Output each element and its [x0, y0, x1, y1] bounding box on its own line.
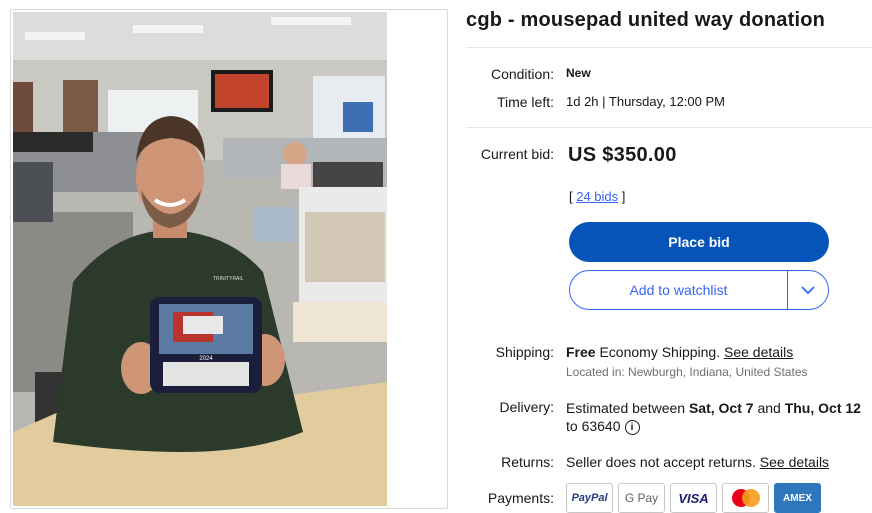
- returns-text: Seller does not accept returns.: [566, 454, 760, 470]
- delivery-value: Estimated between Sat, Oct 7 and Thu, Oc…: [566, 399, 866, 435]
- shipping-see-details-link[interactable]: See details: [724, 344, 793, 360]
- listing-photo[interactable]: 2024 TRINITYRAIL: [13, 12, 387, 506]
- time-left-value: 1d 2h | Thursday, 12:00 PM: [566, 94, 725, 109]
- shipping-value: Free Economy Shipping. See details: [566, 344, 793, 360]
- bid-bracket-close: ]: [618, 189, 626, 204]
- mousepad-year: 2024: [199, 356, 213, 362]
- paypal-icon: PayPal: [566, 483, 613, 513]
- delivery-label: Delivery:: [499, 399, 554, 415]
- shipping-label: Shipping:: [495, 344, 554, 360]
- payment-methods: PayPal G Pay VISA AMEX: [566, 483, 821, 513]
- shirt-logo: TRINITYRAIL: [213, 276, 244, 282]
- listing-title: cgb - mousepad united way donation: [466, 9, 826, 31]
- google-pay-icon: G Pay: [618, 483, 665, 513]
- mastercard-icon: [722, 483, 769, 513]
- shipping-method: Economy Shipping.: [595, 344, 724, 360]
- item-location: Located in: Newburgh, Indiana, United St…: [566, 365, 808, 379]
- amex-icon: AMEX: [774, 483, 821, 513]
- watchlist-group: Add to watchlist: [569, 270, 829, 310]
- delivery-date-end: Thu, Oct 12: [784, 400, 861, 416]
- visa-label: VISA: [678, 490, 709, 506]
- current-bid-label: Current bid:: [480, 146, 554, 162]
- shipping-free: Free: [566, 344, 596, 360]
- condition-value: New: [566, 66, 591, 80]
- divider: [466, 47, 872, 48]
- bids-link[interactable]: 24 bids: [576, 189, 618, 204]
- delivery-prefix: Estimated between: [566, 400, 689, 416]
- delivery-date-start: Sat, Oct 7: [688, 400, 754, 416]
- photo-illustration: 2024 TRINITYRAIL: [13, 12, 387, 506]
- returns-label: Returns:: [501, 454, 554, 470]
- paypal-label: PayPal: [571, 492, 608, 504]
- chevron-down-icon: [801, 285, 815, 294]
- mastercard-logo: [731, 489, 760, 507]
- watchlist-dropdown-button[interactable]: [788, 271, 828, 309]
- returns-see-details-link[interactable]: See details: [760, 454, 829, 470]
- delivery-zip: to 63640: [566, 418, 621, 434]
- current-bid-price: US $350.00: [568, 144, 677, 166]
- time-left-label: Time left:: [496, 94, 554, 110]
- info-icon[interactable]: i: [624, 420, 640, 435]
- delivery-and: and: [753, 400, 785, 416]
- google-pay-label: G Pay: [624, 491, 659, 505]
- condition-label: Condition:: [490, 66, 554, 82]
- divider: [466, 127, 872, 128]
- amex-label: AMEX: [783, 492, 812, 504]
- returns-value: Seller does not accept returns. See deta…: [566, 454, 829, 470]
- add-to-watchlist-button[interactable]: Add to watchlist: [570, 271, 788, 309]
- place-bid-button[interactable]: Place bid: [569, 222, 829, 262]
- bid-count: [ 24 bids ]: [569, 189, 625, 204]
- payments-label: Payments:: [487, 490, 554, 506]
- visa-icon: VISA: [670, 483, 717, 513]
- image-gallery[interactable]: 2024 TRINITYRAIL: [10, 9, 448, 509]
